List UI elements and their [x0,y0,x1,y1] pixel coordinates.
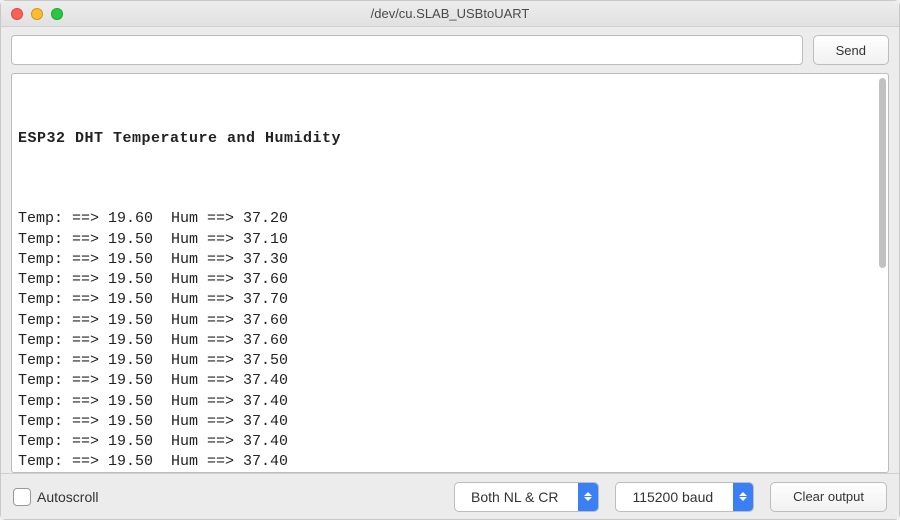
autoscroll-label: Autoscroll [37,489,98,505]
console-line: Temp: ==> 19.50 Hum ==> 37.50 [18,351,872,371]
console-line: Temp: ==> 19.50 Hum ==> 37.70 [18,290,872,310]
window-title: /dev/cu.SLAB_USBtoUART [1,6,899,21]
console-line: Temp: ==> 19.50 Hum ==> 37.60 [18,270,872,290]
minimize-icon[interactable] [31,8,43,20]
serial-input[interactable] [11,35,803,65]
console-line: Temp: ==> 19.50 Hum ==> 37.40 [18,412,872,432]
send-bar: Send [1,27,899,73]
console-output[interactable]: ESP32 DHT Temperature and Humidity Temp:… [12,74,878,472]
console-line: Temp: ==> 19.50 Hum ==> 37.40 [18,452,872,472]
stepper-icon [733,483,753,511]
clear-output-button[interactable]: Clear output [770,482,887,512]
autoscroll-toggle[interactable]: Autoscroll [13,488,98,506]
zoom-icon[interactable] [51,8,63,20]
autoscroll-checkbox[interactable] [13,488,31,506]
serial-monitor-window: /dev/cu.SLAB_USBtoUART Send ESP32 DHT Te… [0,0,900,520]
console-line: Temp: ==> 19.50 Hum ==> 37.10 [18,230,872,250]
baud-rate-value: 115200 baud [616,489,729,505]
console-line: Temp: ==> 19.50 Hum ==> 37.30 [18,250,872,270]
footer-bar: Autoscroll Both NL & CR 115200 baud Clea… [1,473,899,519]
close-icon[interactable] [11,8,23,20]
titlebar: /dev/cu.SLAB_USBtoUART [1,1,899,27]
send-button[interactable]: Send [813,35,889,65]
line-ending-value: Both NL & CR [455,489,574,505]
stepper-icon [578,483,598,511]
window-controls [11,8,63,20]
console-header: ESP32 DHT Temperature and Humidity [18,129,872,149]
console-line: Temp: ==> 19.50 Hum ==> 37.60 [18,331,872,351]
console-area: ESP32 DHT Temperature and Humidity Temp:… [11,73,889,473]
console-line: Temp: ==> 19.50 Hum ==> 37.40 [18,371,872,391]
console-line: Temp: ==> 19.50 Hum ==> 37.60 [18,311,872,331]
console-line: Temp: ==> 19.50 Hum ==> 37.40 [18,432,872,452]
scrollbar-thumb[interactable] [879,78,886,268]
line-ending-select[interactable]: Both NL & CR [454,482,599,512]
baud-rate-select[interactable]: 115200 baud [615,482,754,512]
console-line: Temp: ==> 19.60 Hum ==> 37.20 [18,209,872,229]
console-line: Temp: ==> 19.50 Hum ==> 37.40 [18,392,872,412]
